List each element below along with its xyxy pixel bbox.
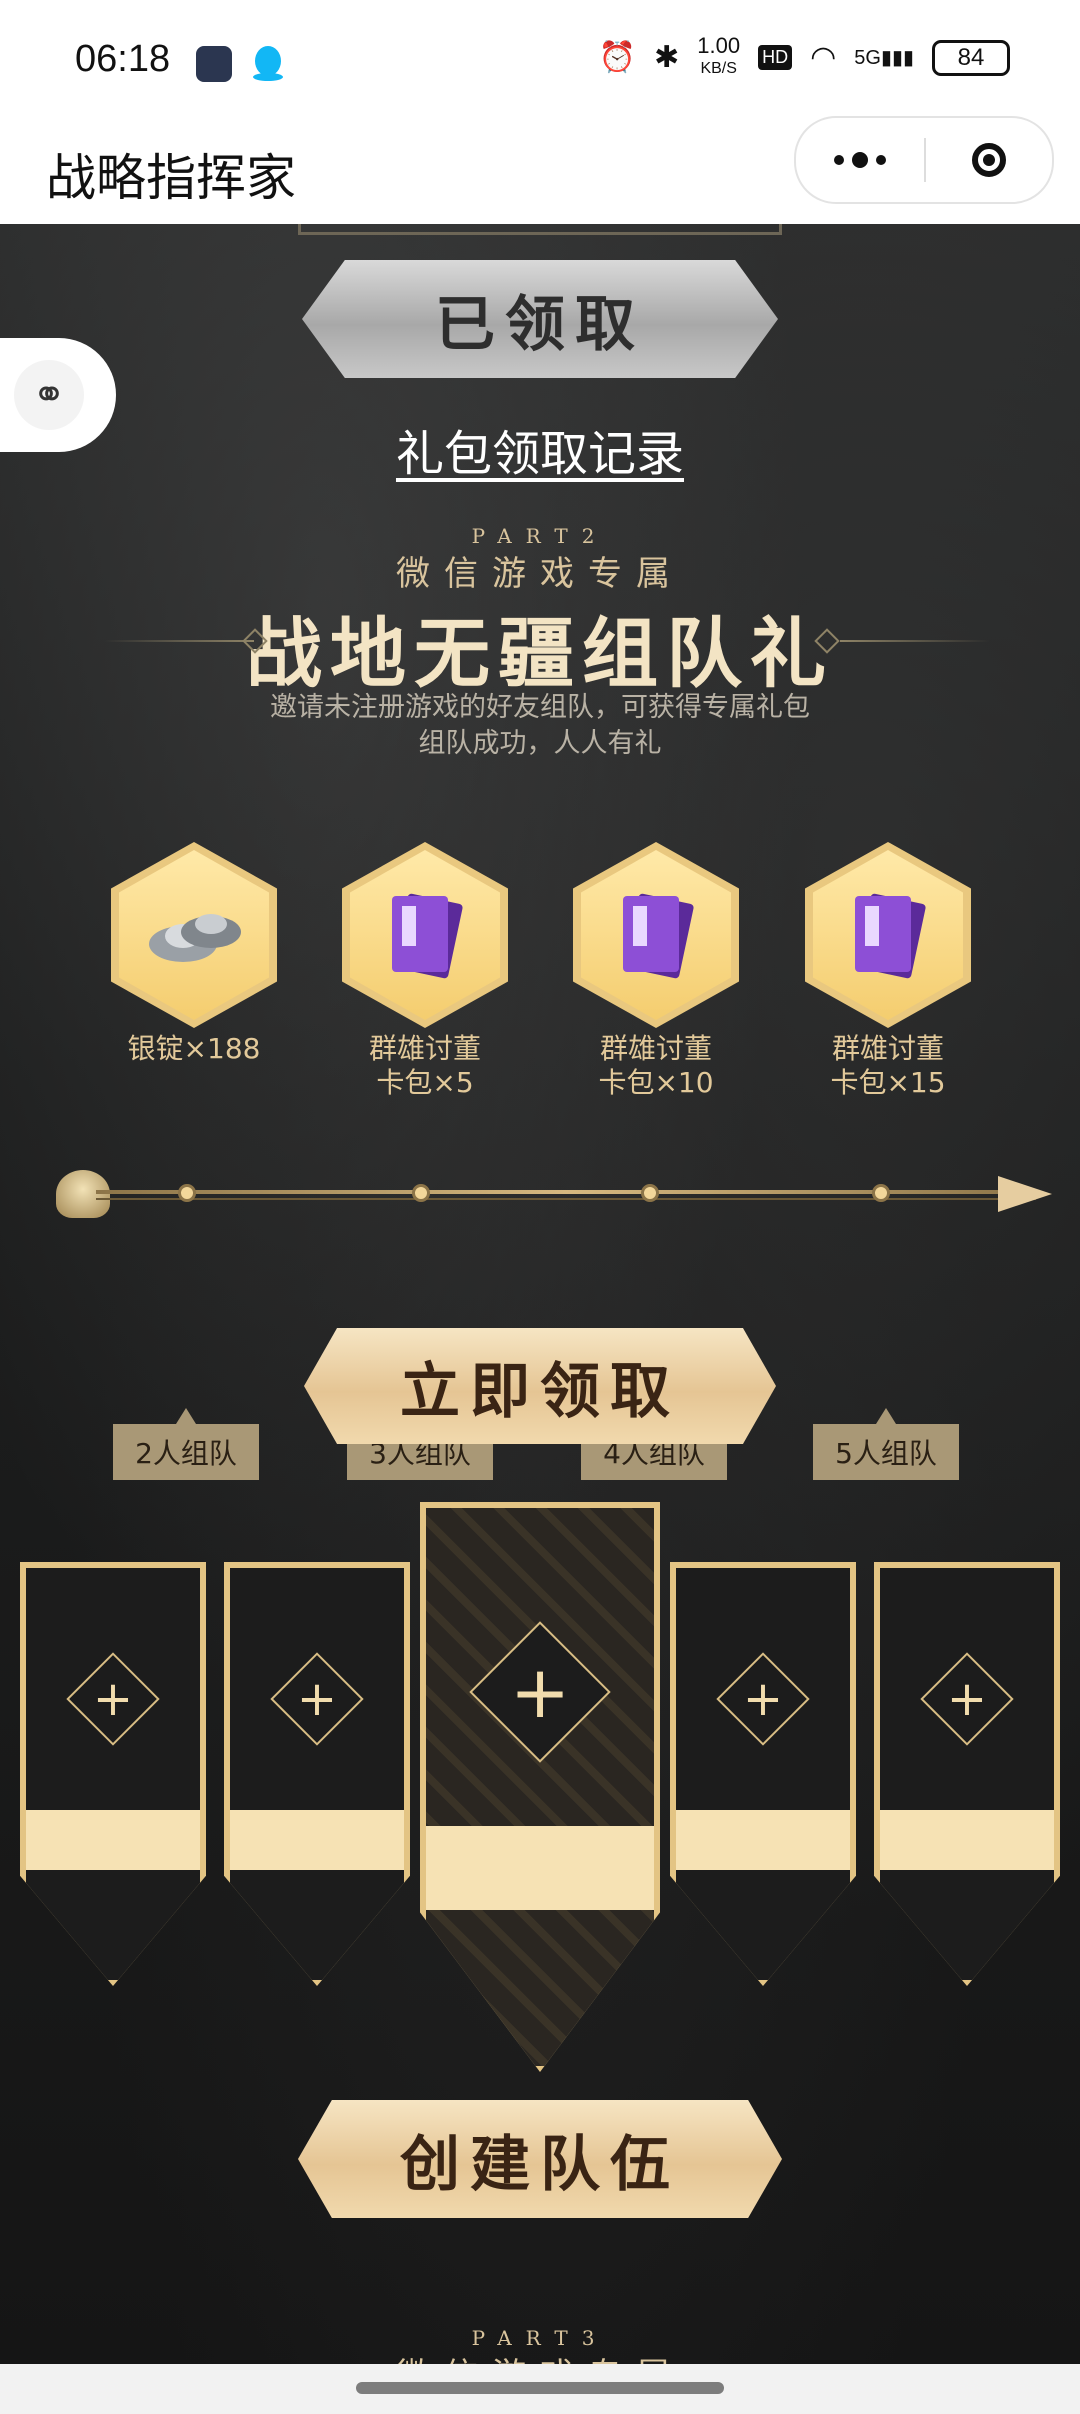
- claimed-button[interactable]: 已领取: [302, 260, 778, 378]
- capsule-menu: [794, 116, 1054, 204]
- page-title: 战略指挥家: [46, 149, 296, 207]
- net-speed-unit: KB/S: [700, 60, 737, 77]
- title-decoration-line: [840, 640, 990, 642]
- signal-label: 5G: [854, 47, 881, 69]
- card-pack-icon: [392, 893, 463, 979]
- part-label: PART3: [471, 2326, 609, 2350]
- reward-hexagon: [805, 842, 971, 1028]
- claim-now-button[interactable]: 立即领取: [304, 1328, 776, 1444]
- reward-label: 卡包×15: [830, 1066, 946, 1099]
- more-dot-icon: [834, 155, 844, 165]
- reward-item: 银锭×188: [109, 842, 279, 1066]
- reward-label: 群雄讨董: [831, 1032, 944, 1065]
- team-slot[interactable]: +: [20, 1562, 206, 1986]
- qq-icon: [253, 46, 283, 81]
- reward-hexagon: [111, 842, 277, 1028]
- card-pack-icon: [855, 893, 926, 979]
- gift-record-link[interactable]: 礼包领取记录: [0, 414, 1080, 484]
- reward-item: 群雄讨董 卡包×15: [803, 842, 973, 1100]
- more-dot-icon: [876, 155, 886, 165]
- reward-hexagon: [573, 842, 739, 1028]
- home-indicator[interactable]: [356, 2382, 724, 2394]
- hd-icon: HD: [758, 45, 793, 70]
- reward-item: 群雄讨董 卡包×5: [340, 842, 510, 1100]
- more-button[interactable]: [796, 118, 924, 202]
- miniprogram-title-bar: 战略指挥家: [0, 116, 1080, 225]
- close-miniprogram-button[interactable]: [926, 118, 1052, 202]
- part-subtitle: 微信游戏专属: [396, 554, 684, 594]
- progress-node: [641, 1184, 659, 1202]
- progress-node: [412, 1184, 430, 1202]
- card-pack-icon: [623, 893, 694, 979]
- app-notification-icon: [196, 46, 232, 82]
- more-dot-icon: [852, 152, 868, 168]
- status-time: 06:18: [75, 38, 171, 80]
- signal-icon: 5G▮▮▮: [854, 47, 914, 69]
- part-label: PART2: [471, 524, 609, 548]
- section-title: 战地无疆组队礼: [246, 609, 834, 698]
- reward-label: 银锭×188: [127, 1032, 261, 1065]
- reward-hexagon: [342, 842, 508, 1028]
- progress-node: [872, 1184, 890, 1202]
- reward-label: 卡包×10: [598, 1066, 714, 1099]
- status-bar: 06:18 ⏰ ✱ 1.00 KB/S HD ◠ 5G▮▮▮ 84: [0, 0, 1080, 116]
- helmet-icon: [56, 1170, 110, 1218]
- net-speed-value: 1.00: [697, 33, 741, 58]
- alarm-icon: ⏰: [598, 41, 637, 74]
- team-progress-track: [56, 1154, 1052, 1234]
- reward-item: 群雄讨董 卡包×10: [571, 842, 741, 1100]
- team-slot[interactable]: +: [670, 1562, 856, 1986]
- wifi-icon: ◠: [810, 41, 837, 74]
- reward-label: 卡包×5: [376, 1066, 474, 1099]
- tier-label-5: 5人组队: [813, 1408, 959, 1480]
- target-icon: [972, 143, 1006, 177]
- progress-node: [178, 1184, 196, 1202]
- title-decoration-line: [104, 640, 254, 642]
- tier-label-2: 2人组队: [113, 1408, 259, 1480]
- track-line: [96, 1190, 1036, 1194]
- section-description: 组队成功，人人有礼: [418, 728, 662, 759]
- part-subtitle: 微信游戏专属: [0, 2348, 1080, 2364]
- bluetooth-icon: ✱: [654, 41, 680, 74]
- create-team-button[interactable]: 创建队伍: [298, 2100, 782, 2218]
- status-icons: ⏰ ✱ 1.00 KB/S HD ◠ 5G▮▮▮ 84: [598, 33, 1010, 79]
- team-slot-leader[interactable]: +: [420, 1502, 660, 2072]
- frame-decoration: [298, 224, 782, 235]
- team-slot[interactable]: +: [874, 1562, 1060, 1986]
- section-description: 邀请未注册游戏的好友组队，可获得专属礼包: [270, 692, 810, 723]
- reward-label: 群雄讨董: [599, 1032, 712, 1065]
- team-slot[interactable]: +: [224, 1562, 410, 1986]
- net-speed: 1.00 KB/S: [697, 33, 741, 79]
- reward-label: 群雄讨董: [368, 1032, 481, 1065]
- arrow-icon: [998, 1176, 1052, 1212]
- page-content: 已领取 ⚭ 礼包领取记录 PART2 微信游戏专属 战地无疆组队礼 邀请未注册游…: [0, 224, 1080, 2364]
- home-indicator-bar: [0, 2364, 1080, 2414]
- battery-indicator: 84: [932, 39, 1010, 76]
- silver-ingot-icon: [149, 914, 241, 962]
